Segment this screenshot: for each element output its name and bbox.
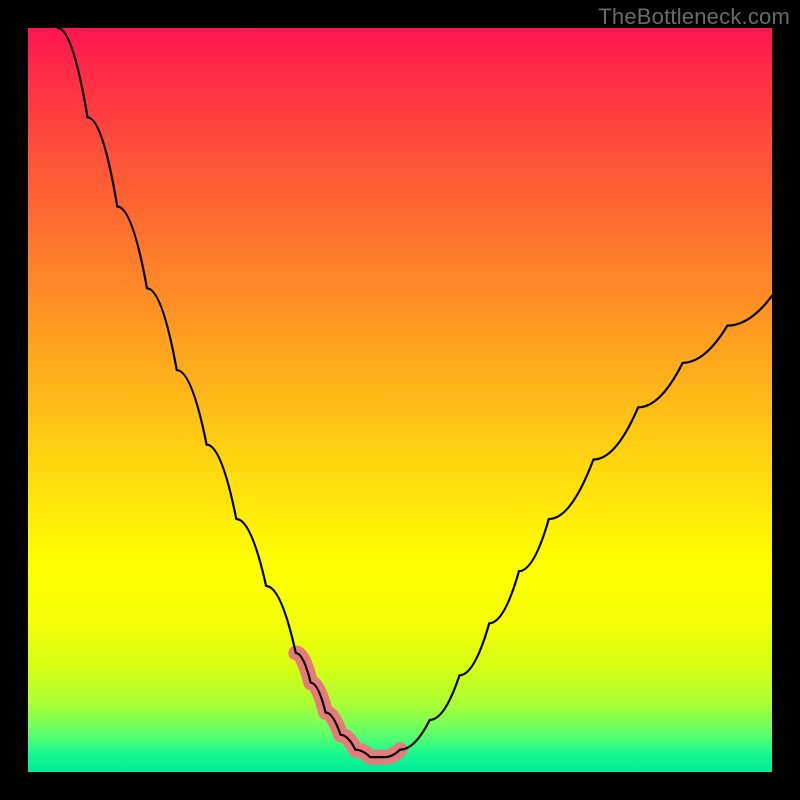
- bottleneck-curve: [58, 28, 772, 757]
- chart-svg: [28, 28, 772, 772]
- plot-area: [28, 28, 772, 772]
- watermark-text: TheBottleneck.com: [598, 4, 790, 30]
- chart-frame: TheBottleneck.com: [0, 0, 800, 800]
- highlight-segment: [296, 653, 400, 757]
